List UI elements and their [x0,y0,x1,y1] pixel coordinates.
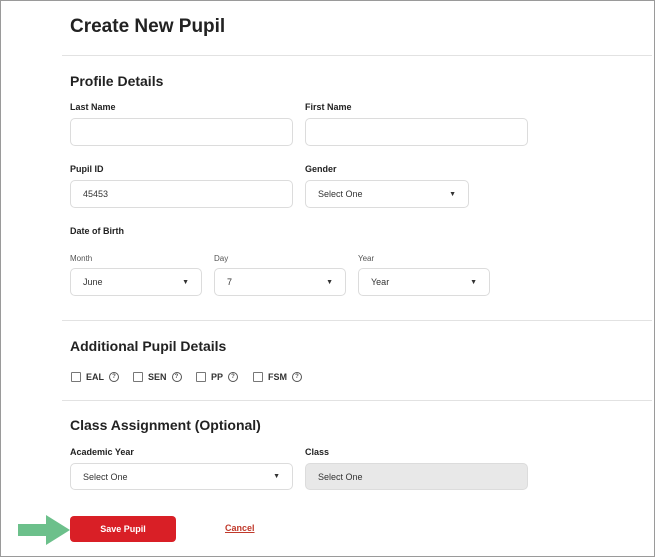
divider [62,320,652,321]
class-label: Class [305,447,330,457]
academic-year-select[interactable]: Select One ▼ [70,463,293,490]
gender-label: Gender [305,164,337,174]
sen-checkbox-group[interactable]: SEN ? [133,372,182,382]
page-title: Create New Pupil [70,16,226,37]
academic-year-selected: Select One [83,471,128,482]
arrow-shape [18,515,70,545]
month-select[interactable]: June ▼ [70,268,202,296]
help-icon[interactable]: ? [109,372,119,382]
pupil-id-value: 45453 [83,189,109,199]
pp-checkbox-group[interactable]: PP ? [196,372,239,382]
chevron-down-icon: ▼ [326,278,333,286]
divider [62,400,652,401]
pupil-id-label: Pupil ID [70,164,104,174]
sen-label: SEN [148,372,167,382]
chevron-down-icon: ▼ [273,473,280,480]
day-selected: 7 [227,277,233,287]
chevron-down-icon: ▼ [182,278,189,286]
help-icon[interactable]: ? [292,372,302,382]
month-selected: June [83,277,103,287]
profile-details-heading: Profile Details [70,73,164,89]
pupil-id-input[interactable]: 45453 [70,180,293,208]
sen-checkbox[interactable] [133,372,143,382]
fsm-label: FSM [268,372,287,382]
chevron-down-icon: ▼ [470,278,477,286]
fsm-checkbox[interactable] [253,372,263,382]
help-icon[interactable]: ? [171,372,182,382]
day-select[interactable]: 7 ▼ [214,268,346,296]
fsm-checkbox-group[interactable]: FSM ? [253,372,302,382]
chevron-down-icon: ▼ [449,190,456,198]
class-assignment-heading: Class Assignment (Optional) [70,417,261,433]
first-name-label: First Name [305,102,352,112]
dob-label: Date of Birth [70,226,124,236]
eal-checkbox-group[interactable]: EAL ? [71,372,119,382]
year-select[interactable]: Year ▼ [358,268,490,296]
academic-year-label: Academic Year [70,447,134,457]
additional-details-heading: Additional Pupil Details [70,338,227,354]
year-label: Year [358,254,375,263]
first-name-input[interactable] [305,118,528,146]
year-selected: Year [371,277,390,287]
eal-label: EAL [86,372,104,382]
pp-checkbox[interactable] [196,372,206,382]
arrow-right-icon [18,515,70,545]
gender-select[interactable]: Select One ▼ [305,180,469,208]
pp-label: PP [211,372,224,382]
day-label: Day [214,254,229,263]
eal-checkbox[interactable] [71,372,81,382]
class-select: Select One [305,463,528,490]
gender-selected: Select One [318,189,363,199]
save-pupil-button[interactable]: Save Pupil [70,516,176,542]
divider [62,55,652,56]
cancel-link[interactable]: Cancel [225,523,255,533]
help-icon[interactable]: ? [228,372,239,382]
last-name-label: Last Name [70,102,116,112]
month-label: Month [70,254,93,263]
last-name-input[interactable] [70,118,293,146]
class-selected: Select One [318,471,363,482]
